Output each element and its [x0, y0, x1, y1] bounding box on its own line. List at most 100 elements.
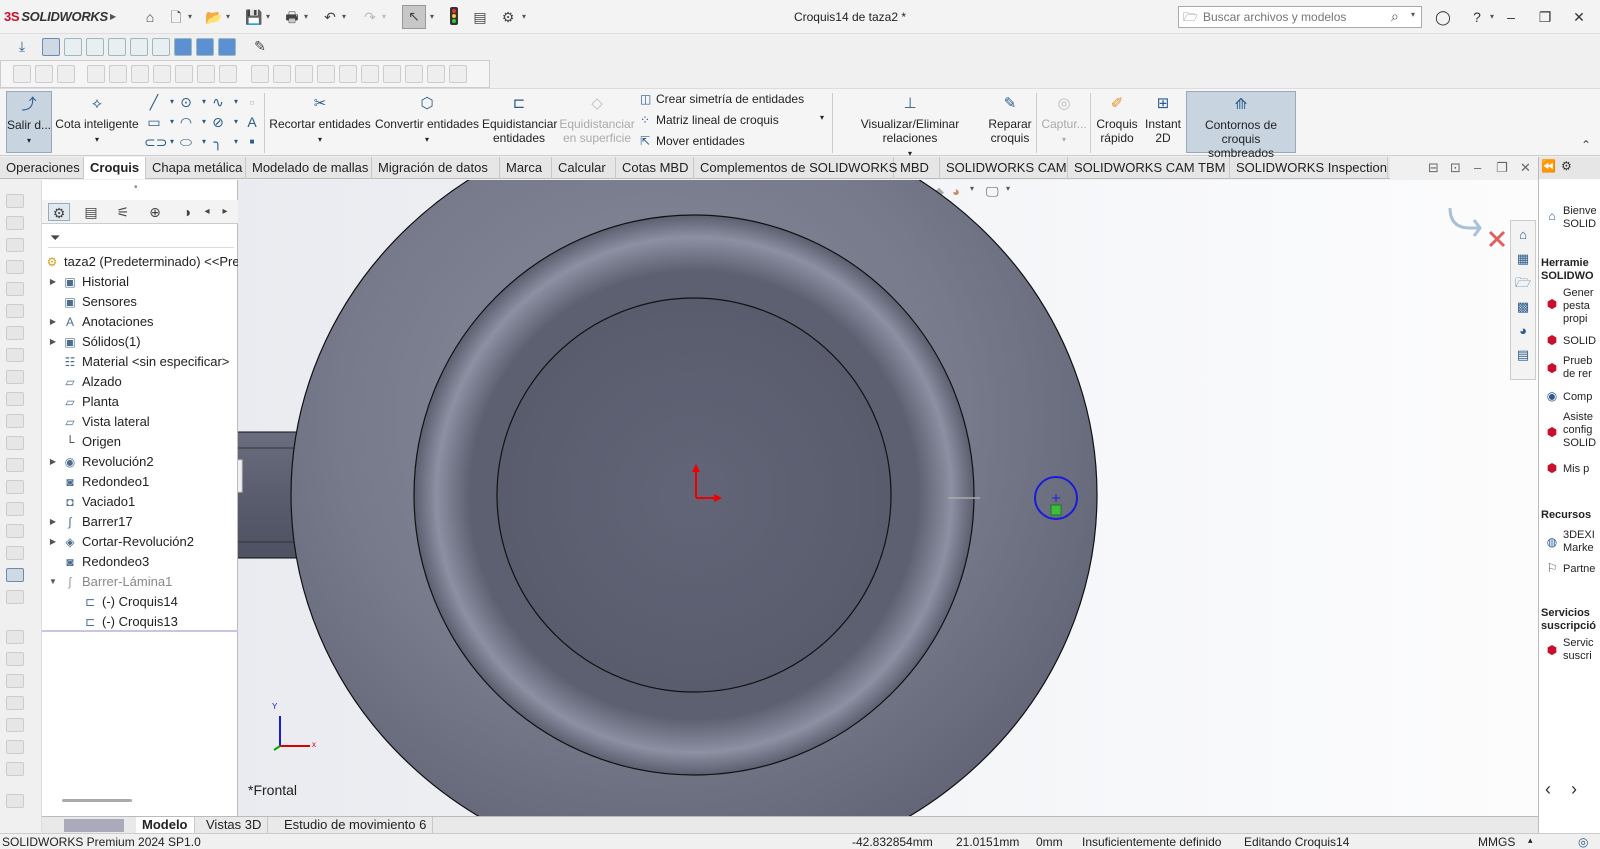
home-icon[interactable]: ⌂ [140, 7, 160, 27]
property-manager-tab-icon[interactable]: ▤ [80, 203, 102, 221]
feature-tool-icon[interactable] [6, 238, 24, 252]
tree-item-redondeo3[interactable]: ◙ Redondeo3 [42, 552, 238, 572]
convert-caret[interactable]: ▾ [425, 135, 429, 144]
feature-icon[interactable] [317, 65, 335, 83]
tab-cotas-mbd[interactable]: Cotas MBD [616, 157, 694, 179]
feature-tool-icon[interactable] [6, 546, 24, 560]
help-caret[interactable]: ▾ [1490, 7, 1498, 27]
tree-item-barrer17[interactable]: ▶ ∫ Barrer17 [42, 512, 238, 532]
search-input[interactable] [1203, 9, 1373, 25]
top-view-icon[interactable] [130, 38, 148, 56]
confirm-corner-cancel-icon[interactable] [1488, 230, 1506, 248]
fillet-tool-icon[interactable]: ╮ [208, 133, 228, 151]
polygon-tool-icon[interactable]: ⊘ [208, 113, 228, 131]
mirror-entities-button[interactable]: ◫ Crear simetría de entidades [640, 92, 804, 106]
tree-horizontal-scrollbar[interactable] [62, 799, 132, 802]
tool-link[interactable]: config [1563, 424, 1592, 437]
collapse-arrow-icon[interactable]: ▼ [48, 572, 58, 592]
feature-tool-icon[interactable] [6, 282, 24, 296]
tab-navigation-arrows[interactable] [64, 819, 124, 832]
tab-mbd[interactable]: MBD [894, 157, 940, 179]
isometric-view-icon[interactable] [174, 38, 192, 56]
redo-caret[interactable]: ▾ [382, 7, 390, 27]
exit-sketch-caret[interactable]: ▾ [27, 136, 31, 145]
entities-caret[interactable]: ▾ [820, 113, 824, 122]
configuration-manager-tab-icon[interactable]: ⚟ [112, 203, 134, 221]
custom-properties-icon[interactable]: ▤ [1514, 345, 1532, 365]
feature-tool-icon[interactable] [6, 674, 24, 688]
help-icon[interactable]: ? [1466, 6, 1488, 28]
feature-tool-icon[interactable] [6, 304, 24, 318]
tab-calcular[interactable]: Calcular [552, 157, 616, 179]
slot-tool-icon[interactable]: ⊂⊃ [144, 133, 167, 151]
new-caret[interactable]: ▾ [188, 7, 196, 27]
tool-link[interactable]: de rer [1563, 368, 1592, 381]
expand-arrow-icon[interactable]: ▶ [48, 512, 58, 532]
tab-solidworks-cam[interactable]: SOLIDWORKS CAM [940, 157, 1068, 179]
arc-tool-icon[interactable]: ◠ [176, 113, 196, 131]
tree-item-barrer-lamina1[interactable]: ▼ ∫ Barrer-Lámina1 [42, 572, 238, 592]
tab-modelo[interactable]: Modelo [136, 817, 195, 834]
tab-migracion-datos[interactable]: Migración de datos [372, 157, 500, 179]
resource-link[interactable]: Partne [1563, 563, 1595, 576]
doc-restore-icon[interactable]: ❐ [1496, 160, 1508, 176]
feature-tool-icon[interactable] [6, 696, 24, 710]
tab-marca[interactable]: Marca [500, 157, 552, 179]
tab-vistas-3d[interactable]: Vistas 3D [200, 817, 269, 834]
move-entities-button[interactable]: ⇱ Mover entidades [640, 134, 745, 148]
feature-tool-icon[interactable] [6, 194, 24, 208]
feature-tool-icon[interactable] [6, 348, 24, 362]
tree-item-anotaciones[interactable]: ▶ A Anotaciones [42, 312, 238, 332]
welcome-label[interactable]: Bienve [1563, 205, 1597, 218]
feature-icon[interactable] [153, 65, 171, 83]
text-tool-icon[interactable]: A [242, 113, 262, 131]
solidworks-logo[interactable]: 3S SOLIDWORKS [4, 9, 108, 24]
tab-complementos[interactable]: Complementos de SOLIDWORKS [694, 157, 897, 179]
feature-icon[interactable] [405, 65, 423, 83]
feature-tool-icon[interactable] [6, 740, 24, 754]
resource-link[interactable]: Marke [1563, 542, 1594, 555]
resource-link[interactable]: 3DEXI [1563, 529, 1595, 542]
right-view-icon[interactable] [108, 38, 126, 56]
feature-icon[interactable] [219, 65, 237, 83]
trimetric-view-icon[interactable] [196, 38, 214, 56]
tree-filter[interactable]: ⏷ [48, 228, 234, 248]
view-palette-icon[interactable]: ▩ [1514, 297, 1532, 317]
feature-tool-icon[interactable] [6, 502, 24, 516]
sketch-tool-icon[interactable] [6, 568, 24, 582]
design-library-icon[interactable]: ▦ [1514, 249, 1532, 269]
undo-icon[interactable]: ↶ [320, 7, 340, 27]
view-selector-icon[interactable]: ✎ [250, 36, 270, 56]
tab-modelado-mallas[interactable]: Modelado de mallas [246, 157, 372, 179]
confirm-corner-exit-icon[interactable] [1448, 207, 1478, 230]
appearances-icon[interactable]: ◕ [1514, 321, 1532, 341]
feature-icon[interactable] [109, 65, 127, 83]
tool-link[interactable]: Comp [1563, 391, 1592, 404]
print-icon[interactable]: 🖶 [282, 7, 302, 27]
feature-icon[interactable] [449, 65, 467, 83]
tree-item-vista-lateral[interactable]: ▱ Vista lateral [42, 412, 238, 432]
shaded-sketch-contours-button[interactable]: ⟰ Contornos de croquis sombreados [1186, 91, 1296, 160]
back-view-icon[interactable] [64, 38, 82, 56]
tool-link[interactable]: SOLID [1563, 437, 1596, 450]
search-icon[interactable]: ⌕ [1391, 8, 1399, 25]
tree-item-croquis13[interactable]: ⊏ (-) Croquis13 [42, 612, 238, 632]
tree-item-origen[interactable]: └ Origen [42, 432, 238, 452]
feature-tool-icon[interactable] [6, 524, 24, 538]
offset-on-surface-button[interactable]: ◇ Equidistanciar en superficie [558, 91, 636, 153]
smart-dimension-button[interactable]: ⟡ Cota inteligente ▾ [54, 91, 140, 153]
trim-caret[interactable]: ▾ [318, 135, 322, 144]
doc-close-icon[interactable]: ✕ [1520, 160, 1531, 176]
tool-link[interactable]: Mis p [1563, 463, 1589, 476]
feature-icon[interactable] [273, 65, 291, 83]
tree-item-vaciado1[interactable]: ◘ Vaciado1 [42, 492, 238, 512]
spline-tool-icon[interactable]: ∿ [208, 93, 228, 111]
feature-tool-icon[interactable] [6, 370, 24, 384]
expand-arrow-icon[interactable]: ▶ [48, 312, 58, 332]
tree-root[interactable]: ⚙ taza2 (Predeterminado) <<Predeterminad… [42, 252, 238, 272]
task-pane-collapse-icon[interactable]: ⏪ [1541, 159, 1556, 173]
new-document-icon[interactable]: 🗋 [166, 7, 186, 27]
rectangle-tool-icon[interactable]: ▭ [144, 113, 164, 131]
panel-grip-icon[interactable]: • [134, 182, 138, 193]
search-caret[interactable]: ▾ [1411, 10, 1415, 19]
